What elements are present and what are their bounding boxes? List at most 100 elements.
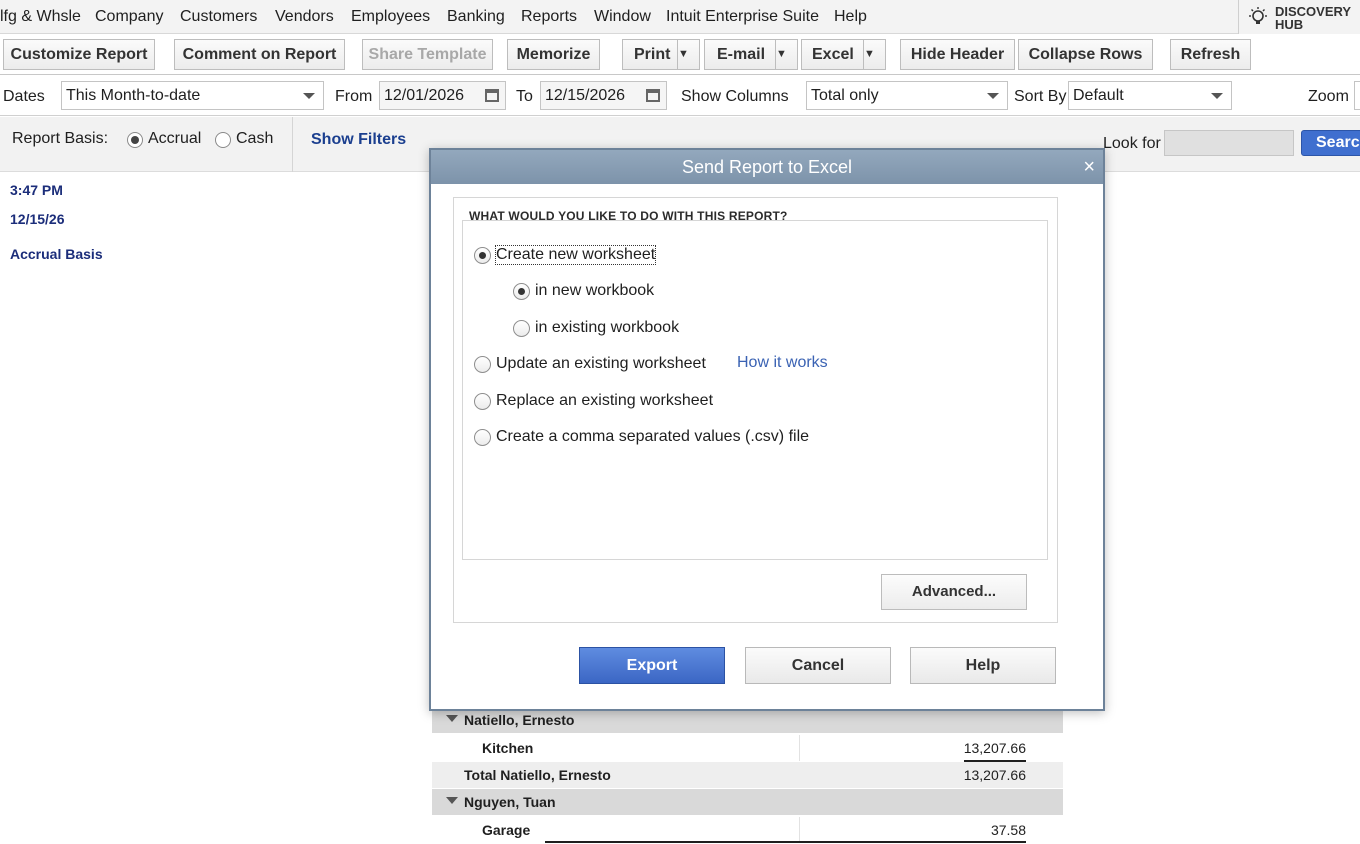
- from-label: From: [335, 88, 373, 105]
- in-existing-workbook-radio[interactable]: [513, 320, 530, 337]
- table-row[interactable]: Kitchen 13,207.66: [432, 735, 1063, 761]
- print-button[interactable]: Print ▼: [622, 39, 700, 70]
- menu-employees[interactable]: Employees: [351, 8, 430, 26]
- excel-dropdown-icon[interactable]: ▼: [863, 40, 885, 69]
- menu-reports[interactable]: Reports: [521, 8, 577, 26]
- menu-banking[interactable]: Banking: [447, 8, 505, 26]
- in-new-workbook-radio[interactable]: [513, 283, 530, 300]
- show-columns-value: Total only: [811, 87, 879, 104]
- table-row[interactable]: Total Natiello, Ernesto 13,207.66: [432, 762, 1063, 788]
- report-basis-label: Report Basis:: [12, 130, 109, 147]
- email-button[interactable]: E-mail ▼: [704, 39, 798, 70]
- in-new-workbook-label[interactable]: in new workbook: [535, 282, 654, 300]
- options-group-legend: WHAT WOULD YOU LIKE TO DO WITH THIS REPO…: [469, 209, 788, 223]
- report-date: 12/15/26: [10, 211, 65, 227]
- show-filters-link[interactable]: Show Filters: [311, 131, 406, 149]
- advanced-button[interactable]: Advanced...: [881, 574, 1027, 610]
- email-dropdown-icon[interactable]: ▼: [775, 40, 797, 69]
- show-columns-select[interactable]: Total only: [806, 81, 1008, 110]
- row-name: Kitchen: [482, 740, 534, 756]
- from-date-value: 12/01/2026: [384, 87, 465, 104]
- dates-label: Dates: [3, 88, 45, 105]
- menu-intuit-enterprise-suite[interactable]: Intuit Enterprise Suite: [666, 8, 819, 26]
- row-amount: 13,207.66: [963, 740, 1026, 756]
- dialog-title-bar[interactable]: Send Report to Excel ×: [431, 150, 1103, 184]
- row-amount: 13,207.66: [963, 767, 1026, 783]
- comment-on-report-button[interactable]: Comment on Report: [174, 39, 345, 70]
- update-existing-worksheet-label[interactable]: Update an existing worksheet: [496, 355, 706, 373]
- export-button[interactable]: Export: [579, 647, 725, 684]
- search-button[interactable]: Search: [1301, 130, 1360, 156]
- menu-company[interactable]: Company: [95, 8, 163, 26]
- replace-existing-worksheet-radio[interactable]: [474, 393, 491, 410]
- share-template-button[interactable]: Share Template: [362, 39, 493, 70]
- row-name: Total Natiello, Ernesto: [464, 767, 611, 783]
- collapse-triangle-icon[interactable]: [446, 797, 458, 804]
- menu-vendors[interactable]: Vendors: [275, 8, 334, 26]
- refresh-button[interactable]: Refresh: [1170, 39, 1251, 70]
- to-label: To: [516, 88, 533, 105]
- menu-window[interactable]: Window: [594, 8, 651, 26]
- dates-select-value: This Month-to-date: [66, 87, 201, 104]
- create-new-worksheet-radio[interactable]: [474, 247, 491, 264]
- create-csv-file-label[interactable]: Create a comma separated values (.csv) f…: [496, 428, 809, 446]
- customize-report-button[interactable]: Customize Report: [3, 39, 155, 70]
- show-columns-chevron-down-icon: [987, 93, 999, 99]
- report-toolbar: Customize Report Comment on Report Share…: [0, 35, 1360, 75]
- accrual-label[interactable]: Accrual: [148, 130, 201, 148]
- table-row[interactable]: Nguyen, Tuan: [432, 789, 1063, 815]
- calendar-icon[interactable]: [646, 89, 660, 102]
- row-name: Garage: [482, 822, 531, 838]
- how-it-works-link[interactable]: How it works: [737, 354, 828, 372]
- excel-label: Excel: [812, 46, 854, 63]
- row-name: Natiello, Ernesto: [464, 712, 575, 728]
- help-button[interactable]: Help: [910, 647, 1056, 684]
- hide-header-button[interactable]: Hide Header: [900, 39, 1015, 70]
- zoom-select[interactable]: [1354, 81, 1360, 110]
- calendar-icon[interactable]: [485, 89, 499, 102]
- row-name: Nguyen, Tuan: [464, 794, 556, 810]
- dates-select[interactable]: This Month-to-date: [61, 81, 324, 110]
- discovery-hub-button[interactable]: DISCOVERY HUB: [1238, 0, 1360, 34]
- excel-button[interactable]: Excel ▼: [801, 39, 886, 70]
- basis-divider: [292, 117, 293, 172]
- menu-help[interactable]: Help: [834, 8, 867, 26]
- update-existing-worksheet-radio[interactable]: [474, 356, 491, 373]
- collapse-triangle-icon[interactable]: [446, 715, 458, 722]
- look-for-input[interactable]: [1164, 130, 1294, 156]
- table-row[interactable]: Garage 37.58: [432, 817, 1063, 843]
- report-basis-text: Accrual Basis: [10, 246, 103, 262]
- replace-existing-worksheet-label[interactable]: Replace an existing worksheet: [496, 392, 713, 410]
- sort-by-select[interactable]: Default: [1068, 81, 1232, 110]
- create-csv-file-radio[interactable]: [474, 429, 491, 446]
- cash-radio[interactable]: [215, 132, 231, 148]
- accrual-radio[interactable]: [127, 132, 143, 148]
- close-icon[interactable]: ×: [1083, 150, 1095, 184]
- create-new-worksheet-label[interactable]: Create new worksheet: [494, 245, 657, 265]
- show-columns-label: Show Columns: [681, 88, 789, 105]
- date-filter-bar: Dates This Month-to-date From 12/01/2026…: [0, 76, 1360, 116]
- memorize-button[interactable]: Memorize: [507, 39, 600, 70]
- send-report-to-excel-dialog: Send Report to Excel × WHAT WOULD YOU LI…: [429, 148, 1105, 711]
- row-amount: 37.58: [990, 822, 1026, 838]
- sort-by-chevron-down-icon: [1211, 93, 1223, 99]
- to-date-field[interactable]: 12/15/2026: [540, 81, 667, 110]
- menu-bar: lfg & Whsle Company Customers Vendors Em…: [0, 0, 1360, 34]
- in-existing-workbook-label[interactable]: in existing workbook: [535, 319, 679, 337]
- from-date-field[interactable]: 12/01/2026: [379, 81, 506, 110]
- lightbulb-icon: [1249, 7, 1267, 24]
- print-dropdown-icon[interactable]: ▼: [677, 40, 699, 69]
- cash-label[interactable]: Cash: [236, 130, 273, 148]
- zoom-label: Zoom: [1308, 88, 1349, 105]
- collapse-rows-button[interactable]: Collapse Rows: [1018, 39, 1153, 70]
- column-divider: [799, 817, 800, 843]
- menu-mfg-whsle[interactable]: lfg & Whsle: [0, 8, 81, 26]
- menu-customers[interactable]: Customers: [180, 8, 257, 26]
- options-group: [462, 220, 1048, 560]
- to-date-value: 12/15/2026: [545, 87, 626, 104]
- dates-chevron-down-icon: [303, 93, 315, 99]
- report-time: 3:47 PM: [10, 182, 63, 198]
- discovery-hub-label-2: HUB: [1275, 17, 1304, 32]
- cancel-button[interactable]: Cancel: [745, 647, 891, 684]
- look-for-label: Look for: [1103, 135, 1161, 152]
